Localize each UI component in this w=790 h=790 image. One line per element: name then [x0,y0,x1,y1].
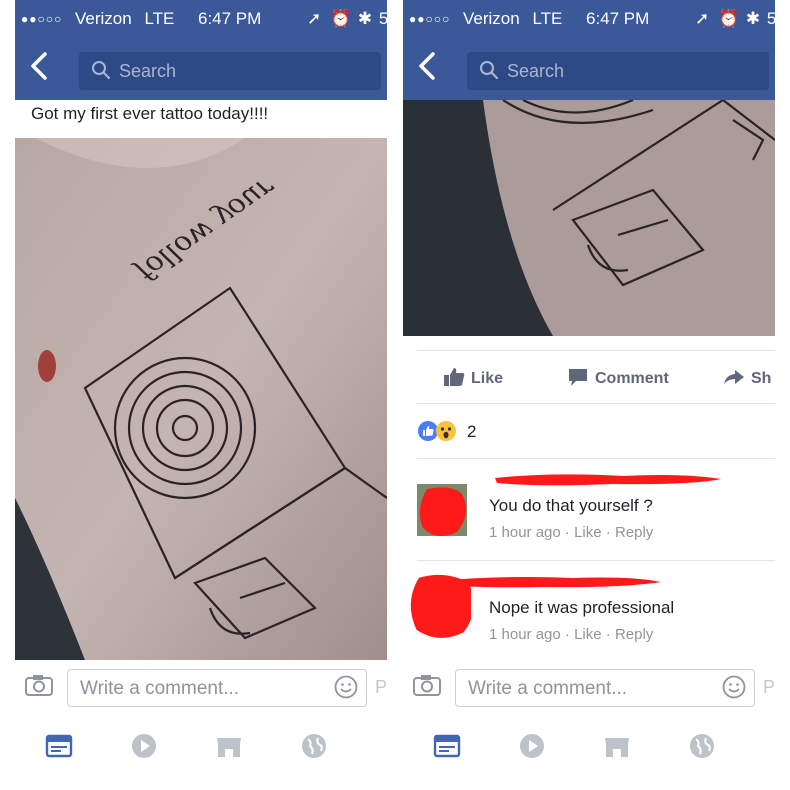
camera-icon[interactable] [25,674,53,696]
avatar-redacted[interactable] [417,484,467,536]
post-button[interactable]: P [763,677,775,698]
comment-reply-link[interactable]: Reply [615,524,653,541]
status-right: ➚ ⏰ ✱ 51 [307,9,387,29]
comment-label: Comment [595,370,669,387]
comment-composer: Write a comment... P [15,660,387,717]
comment-text: You do that yourself ? [489,496,653,515]
location-icon: ➚ [307,9,322,28]
network-type: LTE [532,9,563,28]
signal-indicator: ●●○○○ [21,12,63,26]
search-icon [480,61,499,80]
comment-item: Nope it was professional 1 hour ago · Li… [410,572,775,652]
nav-bar: Search [15,40,387,100]
battery-percent: 51 [378,9,387,28]
status-bar: ●●○○○ Verizon LTE 6:47 PM ➚ ⏰ ✱ 51 [403,0,775,40]
battery-percent: 51 [766,9,775,28]
video-icon[interactable] [518,732,546,760]
video-icon[interactable] [130,732,158,760]
clock: 6:47 PM [198,9,262,28]
comment-input[interactable]: Write a comment... [455,669,755,707]
post-button[interactable]: P [375,677,387,698]
right-screenshot: ●●○○○ Verizon LTE 6:47 PM ➚ ⏰ ✱ 51 Searc… [403,0,775,790]
marketplace-icon[interactable] [603,732,631,760]
comment-meta: 1 hour ago · Like · Reply [489,626,654,643]
search-input[interactable]: Search [79,52,381,90]
name-redaction [437,577,661,588]
alarm-icon: ⏰ [717,9,740,28]
comment-text: Nope it was professional [489,598,675,617]
carrier-name: Verizon [463,9,520,28]
comment-placeholder: Write a comment... [468,678,628,699]
status-right: ➚ ⏰ ✱ 51 [695,9,775,29]
tattoo-photo-cropped[interactable] [403,100,775,336]
share-arrow-icon [724,370,744,384]
chevron-left-icon [419,52,435,80]
news-feed-icon[interactable] [433,732,461,760]
comment-bubble-icon [569,369,587,386]
comment-like-link[interactable]: Like [574,626,602,643]
search-icon [92,61,111,80]
comment-time: 1 hour ago [489,626,561,643]
location-icon: ➚ [695,9,710,28]
search-placeholder: Search [507,61,565,81]
network-type: LTE [144,9,175,28]
like-button[interactable]: Like [443,367,503,388]
tattoo-photo[interactable]: follow your [15,138,387,660]
marketplace-icon[interactable] [215,732,243,760]
nav-bar: Search [403,40,775,100]
share-button[interactable]: Sh [723,367,771,388]
alarm-icon: ⏰ [329,9,352,28]
comment-meta: 1 hour ago · Like · Reply [489,524,654,541]
bluetooth-icon: ✱ [357,9,373,28]
comment-item: You do that yourself ? 1 hour ago · Like… [417,470,775,550]
comment-reply-link[interactable]: Reply [615,626,653,643]
notifications-globe-icon[interactable] [300,732,328,760]
post-actions: Like Comment Sh [417,350,775,404]
signal-indicator: ●●○○○ [409,12,451,26]
bluetooth-icon: ✱ [745,9,761,28]
tab-bar [15,716,387,776]
back-button[interactable] [29,48,59,84]
post-caption: Got my first ever tattoo today!!!! [31,104,269,123]
left-screenshot: ●●○○○ Verizon LTE 6:47 PM ➚ ⏰ ✱ 51 Searc… [15,0,387,790]
comment-placeholder: Write a comment... [80,678,240,699]
reaction-count: 2 [467,422,477,441]
news-feed-icon[interactable] [45,732,73,760]
emoji-icon[interactable] [722,675,746,699]
tab-bar [403,716,775,776]
comment-composer: Write a comment... P [403,660,775,717]
divider [417,560,775,561]
wow-reaction-icon [436,421,456,441]
carrier-name: Verizon [75,9,132,28]
camera-icon[interactable] [413,674,441,696]
comment-button[interactable]: Comment [567,367,669,388]
emoji-icon[interactable] [334,675,358,699]
share-label: Sh [751,370,772,387]
like-label: Like [471,370,504,387]
search-input[interactable]: Search [467,52,769,90]
comment-input[interactable]: Write a comment... [67,669,367,707]
notifications-globe-icon[interactable] [688,732,716,760]
comment-like-link[interactable]: Like [574,524,602,541]
clock: 6:47 PM [586,9,650,28]
thumbs-up-icon [444,368,465,386]
name-redaction [495,474,721,486]
chevron-left-icon [31,52,47,80]
search-placeholder: Search [119,61,177,81]
divider [417,458,775,459]
status-bar: ●●○○○ Verizon LTE 6:47 PM ➚ ⏰ ✱ 51 [15,0,387,40]
back-button[interactable] [417,48,447,84]
comment-time: 1 hour ago [489,524,561,541]
